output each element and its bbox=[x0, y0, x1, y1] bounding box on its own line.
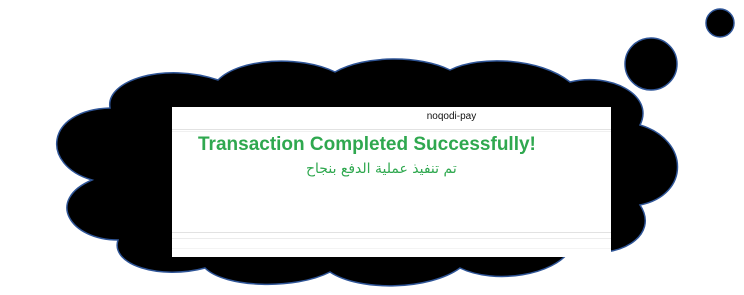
thought-dot-small bbox=[705, 8, 735, 38]
divider bbox=[172, 129, 611, 130]
success-headline-arabic: تم تنفيذ عملية الدفع بنجاح bbox=[306, 161, 457, 177]
app-title: noqodi-pay bbox=[426, 111, 477, 122]
payment-screen: noqodi-pay Transaction Completed Success… bbox=[172, 107, 611, 257]
success-headline: Transaction Completed Successfully! bbox=[198, 134, 536, 155]
thought-bubble-stage: noqodi-pay Transaction Completed Success… bbox=[0, 0, 744, 295]
divider bbox=[172, 131, 611, 132]
thought-dot-large bbox=[624, 37, 678, 91]
divider bbox=[172, 238, 611, 239]
divider bbox=[172, 248, 611, 249]
divider bbox=[172, 232, 611, 233]
